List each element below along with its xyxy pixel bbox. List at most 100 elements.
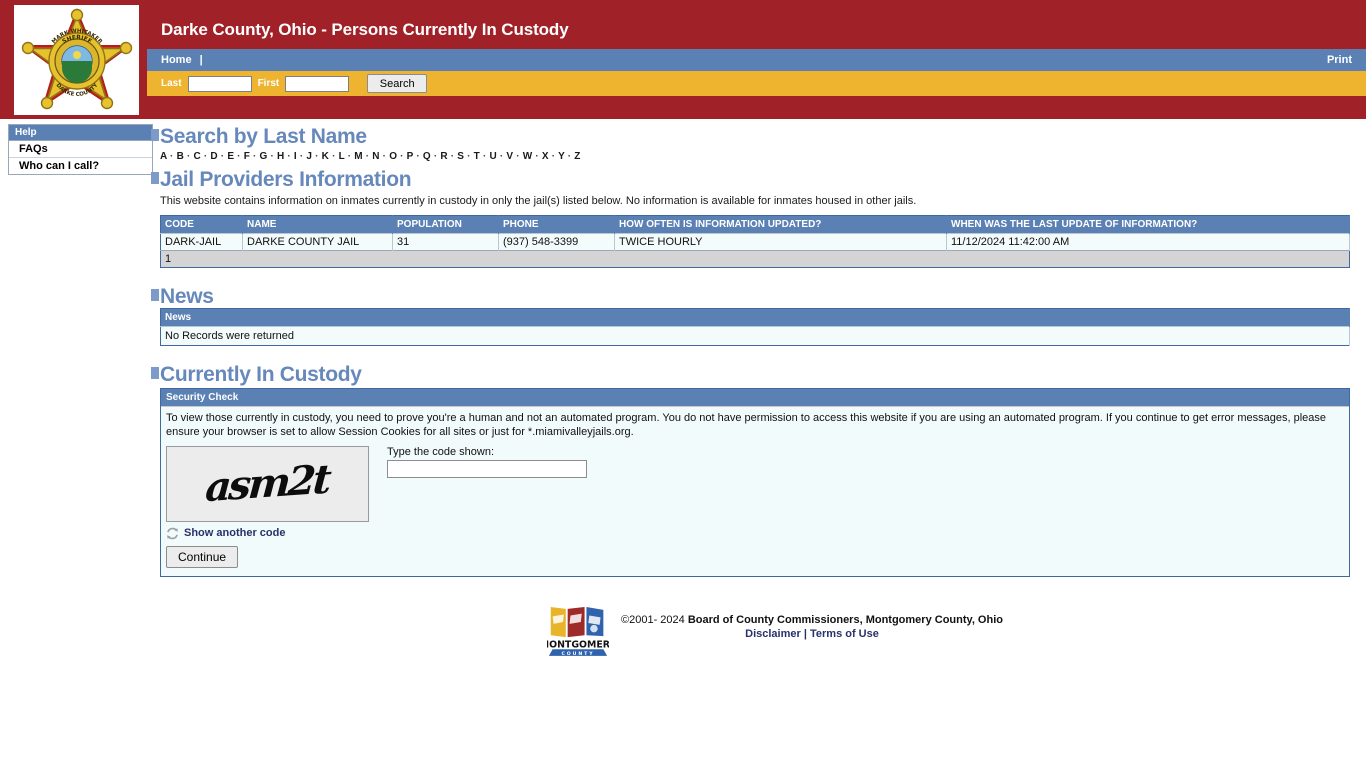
alphabet-link-z[interactable]: Z: [574, 151, 580, 162]
alphabet-link-u[interactable]: U: [489, 151, 496, 162]
column-header-news: News: [160, 308, 1350, 327]
alphabet-link-x[interactable]: X: [542, 151, 549, 162]
news-table: News No Records were returned: [160, 308, 1350, 347]
main-content: Search by Last Name A · B · C · D · E · …: [151, 119, 1366, 658]
column-header-population: POPULATION: [392, 215, 499, 234]
last-name-input[interactable]: [187, 75, 252, 92]
security-check-panel: Security Check To view those currently i…: [160, 388, 1350, 577]
cell-update-frequency: TWICE HOURLY: [614, 233, 947, 251]
disclaimer-link[interactable]: Disclaimer: [745, 628, 801, 640]
svg-text:MONTGOMERY: MONTGOMERY: [547, 639, 609, 650]
alphabet-link-k[interactable]: K: [322, 151, 329, 162]
pagination-page-number[interactable]: 1: [160, 250, 1350, 268]
first-name-label: First: [257, 78, 280, 89]
captcha-input-label: Type the code shown:: [387, 445, 495, 458]
table-header-row: News: [160, 308, 1350, 327]
alphabet-separator: ·: [397, 151, 407, 163]
nav-separator: |: [199, 54, 203, 66]
table-row: DARK-JAIL DARKE COUNTY JAIL 31 (937) 548…: [160, 233, 1350, 251]
table-footer-row: 1: [160, 250, 1350, 268]
alphabet-separator: ·: [250, 151, 260, 163]
alphabet-link-o[interactable]: O: [389, 151, 397, 162]
alphabet-link-c[interactable]: C: [193, 151, 200, 162]
svg-text:COUNTY: COUNTY: [562, 651, 595, 657]
table-row: No Records were returned: [160, 326, 1350, 346]
captcha-input-group: Type the code shown:: [387, 446, 587, 478]
table-header-row: CODE NAME POPULATION PHONE HOW OFTEN IS …: [160, 215, 1350, 234]
column-header-last-update: WHEN WAS THE LAST UPDATE OF INFORMATION?: [946, 215, 1350, 234]
alphabet-link-b[interactable]: B: [177, 151, 184, 162]
cell-code: DARK-JAIL: [160, 233, 243, 251]
alphabet-separator: ·: [564, 151, 575, 163]
security-check-header: Security Check: [161, 389, 1349, 408]
alphabet-index: A · B · C · D · E · F · G · H · I · J · …: [160, 151, 1350, 162]
alphabet-link-d[interactable]: D: [210, 151, 217, 162]
alphabet-link-y[interactable]: Y: [558, 151, 565, 162]
page-body: Help FAQs Who can I call? Search by Last…: [0, 119, 1366, 658]
page-title: Darke County, Ohio - Persons Currently I…: [161, 20, 569, 39]
nav-home-link[interactable]: Home: [161, 54, 192, 66]
sidebar-item-who-can-i-call[interactable]: Who can I call?: [9, 158, 152, 174]
montgomery-county-logo: MONTGOMERY COUNTY: [547, 606, 609, 657]
news-heading: News: [151, 286, 1350, 308]
cell-population: 31: [392, 233, 499, 251]
terms-of-use-link[interactable]: Terms of Use: [810, 628, 879, 640]
security-check-body: To view those currently in custody, you …: [161, 407, 1349, 576]
alphabet-separator: ·: [296, 151, 307, 163]
show-another-code-link[interactable]: Show another code: [184, 527, 285, 539]
alphabet-separator: ·: [548, 151, 559, 163]
footer-text: ©2001- 2024 Board of County Commissioner…: [621, 603, 1003, 640]
left-sidebar: Help FAQs Who can I call?: [0, 119, 155, 175]
captcha-code-input[interactable]: [387, 459, 587, 478]
sidebar-item-faqs[interactable]: FAQs: [9, 141, 152, 158]
help-panel: Help FAQs Who can I call?: [8, 124, 153, 175]
alphabet-separator: ·: [513, 151, 523, 163]
alphabet-separator: ·: [344, 151, 355, 163]
security-check-instructions: To view those currently in custody, you …: [166, 412, 1327, 438]
news-empty-message: No Records were returned: [160, 326, 1350, 346]
alphabet-separator: ·: [379, 151, 390, 163]
alphabet-separator: ·: [430, 151, 441, 163]
page-footer: MONTGOMERY COUNTY ©2001- 2024 Board of C…: [160, 603, 1350, 658]
alphabet-separator: ·: [267, 151, 277, 163]
alphabet-separator: ·: [312, 151, 322, 163]
alphabet-separator: ·: [496, 151, 507, 163]
alphabet-separator: ·: [464, 151, 474, 163]
last-name-label: Last: [161, 78, 182, 89]
footer-copyright: ©2001- 2024: [621, 613, 685, 626]
sheriff-badge-logo: SHERIFF MARK WHITAKER DARKE COUNTY: [14, 5, 139, 115]
captcha-row: asm2t Type the code shown:: [166, 445, 1344, 522]
sheriff-star-icon: SHERIFF MARK WHITAKER DARKE COUNTY: [21, 8, 132, 110]
search-by-last-name-heading: Search by Last Name: [151, 125, 1350, 148]
alphabet-link-r[interactable]: R: [440, 151, 447, 162]
page-banner: SHERIFF MARK WHITAKER DARKE COUNTY Darke…: [0, 0, 1366, 119]
first-name-input[interactable]: [285, 75, 350, 92]
alphabet-link-n[interactable]: N: [372, 151, 379, 162]
alphabet-link-m[interactable]: M: [354, 151, 363, 162]
cell-last-update: 11/12/2024 11:42:00 AM: [946, 233, 1350, 251]
refresh-icon: [167, 527, 178, 539]
alphabet-link-a[interactable]: A: [160, 151, 167, 162]
jail-providers-description: This website contains information on inm…: [160, 195, 917, 208]
jail-providers-heading: Jail Providers Information: [151, 168, 1350, 191]
print-link[interactable]: Print: [1327, 54, 1352, 66]
search-button[interactable]: Search: [367, 74, 428, 93]
jail-providers-table: CODE NAME POPULATION PHONE HOW OFTEN IS …: [160, 215, 1350, 269]
column-header-name: NAME: [242, 215, 393, 234]
alphabet-separator: ·: [200, 151, 211, 163]
alphabet-separator: ·: [362, 151, 373, 163]
captcha-code-text: asm2t: [204, 455, 331, 512]
alphabet-separator: ·: [413, 151, 423, 163]
alphabet-link-w[interactable]: W: [523, 151, 533, 162]
column-header-update-frequency: HOW OFTEN IS INFORMATION UPDATED?: [614, 215, 947, 234]
footer-separator: |: [803, 627, 807, 640]
alphabet-separator: ·: [284, 151, 294, 163]
alphabet-separator: ·: [447, 151, 458, 163]
alphabet-separator: ·: [532, 151, 542, 163]
name-search-bar: Last First Search: [147, 71, 1366, 96]
alphabet-link-q[interactable]: Q: [423, 151, 431, 162]
refresh-captcha-row: Show another code: [166, 527, 1344, 540]
alphabet-link-g[interactable]: G: [260, 151, 268, 162]
alphabet-separator: ·: [167, 151, 177, 163]
continue-button[interactable]: Continue: [166, 545, 239, 568]
